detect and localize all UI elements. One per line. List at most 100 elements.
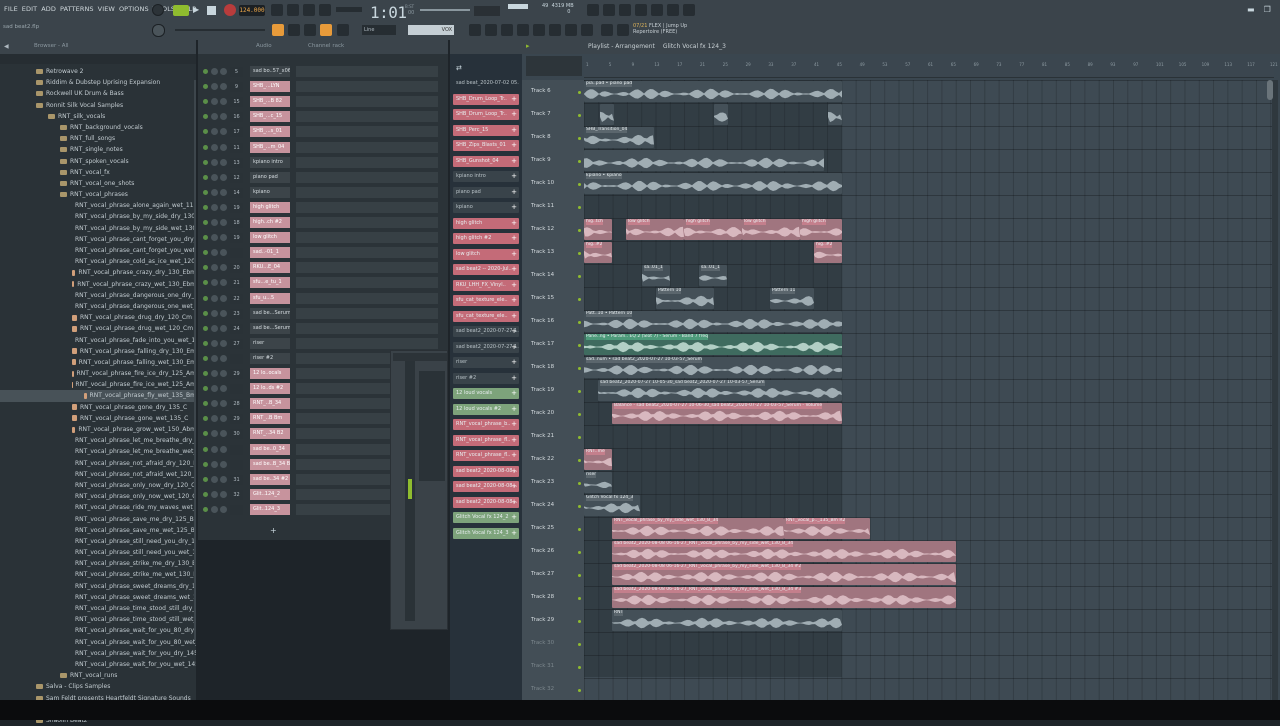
- pattern-item[interactable]: RNT_vocal_phrase_b..+: [453, 419, 519, 430]
- browser-folder[interactable]: RNT_vocal_one_shots: [0, 178, 196, 189]
- channel-name-button[interactable]: riser #2: [250, 353, 290, 364]
- playlist-clip[interactable]: RNT: [612, 610, 842, 631]
- channel-volume-knob[interactable]: [220, 174, 227, 181]
- browser-file[interactable]: RNT_vocal_phrase_wait_for_you_wet_145_F: [0, 659, 196, 670]
- menu-edit[interactable]: EDIT: [22, 5, 37, 15]
- brush-icon[interactable]: [320, 24, 332, 36]
- news-panel[interactable]: 07/21 FLEX | Jump Up Repertoire (FREE): [633, 23, 687, 35]
- pattern-add-icon[interactable]: +: [511, 109, 517, 120]
- pattern-item[interactable]: SHB_Zips_Blasts_01+: [453, 140, 519, 151]
- channel-mixer-track[interactable]: 29: [230, 369, 243, 379]
- pattern-add-icon[interactable]: +: [511, 373, 517, 384]
- channel-step-area[interactable]: [296, 111, 438, 122]
- channel-volume-knob[interactable]: [220, 189, 227, 196]
- pattern-mode-toggle[interactable]: [173, 5, 189, 16]
- record-button[interactable]: [224, 4, 236, 16]
- snap-select[interactable]: Line: [362, 25, 396, 35]
- channel-step-area[interactable]: [296, 262, 438, 273]
- browser-file[interactable]: RNT_vocal_phrase_only_now_dry_120_Cm: [0, 480, 196, 491]
- track-mute-led[interactable]: [578, 160, 581, 163]
- channel-name-button[interactable]: Glit..124_3: [250, 504, 290, 515]
- channel-step-area[interactable]: [296, 277, 438, 288]
- channel-pan-knob[interactable]: [211, 491, 218, 498]
- track-mute-led[interactable]: [578, 206, 581, 209]
- channel-step-area[interactable]: [296, 232, 438, 243]
- menu-arrow-icon[interactable]: ◀: [4, 43, 9, 50]
- channel-pan-knob[interactable]: [211, 400, 218, 407]
- timeline-ruler[interactable]: 1591317212529333741454953576165697377818…: [584, 60, 1274, 78]
- menu-view[interactable]: VIEW: [98, 5, 115, 15]
- channel-mixer-track[interactable]: 16: [230, 112, 243, 122]
- browser-file[interactable]: RNT_vocal_phrase_falling_wet_130_Em: [0, 357, 196, 368]
- channel-pan-knob[interactable]: [211, 174, 218, 181]
- channel-mute-led[interactable]: [203, 341, 208, 346]
- track-mute-led[interactable]: [578, 390, 581, 393]
- menu-options[interactable]: OPTIONS: [119, 5, 149, 15]
- playlist-clip[interactable]: high glitch: [800, 219, 842, 240]
- browser-file[interactable]: RNT_vocal_phrase_by_my_side_wet_130_B_34: [0, 223, 196, 234]
- pattern-item[interactable]: sad beat2_2020-07-27 1..+: [453, 342, 519, 353]
- stop-icon[interactable]: [207, 6, 216, 15]
- pattern-add-icon[interactable]: +: [511, 140, 517, 151]
- playlist-clip[interactable]: Pattern 11: [770, 288, 814, 309]
- master-pitch-slider[interactable]: [420, 9, 470, 11]
- render-icon[interactable]: [651, 4, 663, 16]
- channel-volume-knob[interactable]: [220, 325, 227, 332]
- pattern-item[interactable]: sad beat2_2020-07-27 1..+: [453, 326, 519, 337]
- channel-step-area[interactable]: [296, 81, 438, 92]
- channel-pan-knob[interactable]: [211, 264, 218, 271]
- browser-file[interactable]: RNT_vocal_phrase_sweet_dreams_wet_130_Em: [0, 592, 196, 603]
- channel-mixer-track[interactable]: [230, 248, 243, 258]
- restore-icon[interactable]: ❐: [1264, 5, 1271, 14]
- channel-mute-led[interactable]: [203, 447, 208, 452]
- track-mute-led[interactable]: [578, 298, 581, 301]
- playlist-clip[interactable]: sad beat2_2020-07-27 10-05-30_sad beat2_…: [598, 380, 842, 401]
- channel-name-button[interactable]: piano pad: [250, 172, 290, 183]
- pattern-add-icon[interactable]: +: [511, 435, 517, 446]
- channel-mixer-track[interactable]: 19: [230, 203, 243, 213]
- channel-pan-knob[interactable]: [211, 68, 218, 75]
- channel-volume-knob[interactable]: [220, 385, 227, 392]
- snap-icon[interactable]: ▸: [526, 42, 530, 50]
- channel-volume-knob[interactable]: [220, 83, 227, 90]
- pattern-item[interactable]: RNT_vocal_phrase_fl..+: [453, 435, 519, 446]
- browser-file[interactable]: RNT_vocal_phrase_drug_dry_120_Cm: [0, 312, 196, 323]
- channel-mixer-track[interactable]: 17: [230, 127, 243, 137]
- pattern-item[interactable]: riser #2+: [453, 373, 519, 384]
- track-name[interactable]: Track 27: [531, 571, 554, 577]
- channel-pan-knob[interactable]: [211, 355, 218, 362]
- channel-name-button[interactable]: sad bo..57_x06: [250, 66, 290, 77]
- pattern-add-icon[interactable]: +: [511, 249, 517, 260]
- pattern-add-icon[interactable]: +: [511, 404, 517, 415]
- playlist-clip[interactable]: RNT_vocal_p.._135_Bm R2: [784, 518, 870, 539]
- track-mute-led[interactable]: [578, 528, 581, 531]
- channel-pan-knob[interactable]: [211, 385, 218, 392]
- track-name[interactable]: Track 10: [531, 180, 554, 186]
- browser-file[interactable]: RNT_vocal_phrase_still_need_you_wet_130_…: [0, 547, 196, 558]
- channel-pan-knob[interactable]: [211, 204, 218, 211]
- browser-file[interactable]: RNT_vocal_phrase_wait_for_you_dry_145_F: [0, 648, 196, 659]
- channel-mixer-track[interactable]: 27: [230, 339, 243, 349]
- browser-file[interactable]: RNT_vocal_phrase_falling_dry_130_Em: [0, 346, 196, 357]
- track-mute-led[interactable]: [578, 597, 581, 600]
- channel-name-button[interactable]: RKU...E_04: [250, 262, 290, 273]
- channel-mixer-track[interactable]: 24: [230, 324, 243, 334]
- channel-step-area[interactable]: [296, 202, 438, 213]
- track-name[interactable]: Track 16: [531, 318, 554, 324]
- channel-name-button[interactable]: sad be...Serum: [250, 323, 290, 334]
- channel-volume-knob[interactable]: [220, 113, 227, 120]
- track-name[interactable]: Track 12: [531, 226, 554, 232]
- channel-step-area[interactable]: [296, 247, 438, 258]
- channel-volume-knob[interactable]: [220, 340, 227, 347]
- track-name[interactable]: Track 32: [531, 686, 554, 692]
- channel-mute-led[interactable]: [203, 69, 208, 74]
- channel-step-area[interactable]: [296, 66, 438, 77]
- browser-folder[interactable]: RNT_single_notes: [0, 144, 196, 155]
- channel-name-button[interactable]: SHB_...m_04: [250, 142, 290, 153]
- channel-name-button[interactable]: sfu_u...5: [250, 293, 290, 304]
- playlist-clip[interactable]: riser: [584, 472, 612, 493]
- channel-step-area[interactable]: [296, 126, 438, 137]
- pattern-nav-icon[interactable]: ⇄: [456, 64, 462, 72]
- pattern-item[interactable]: kpiano intro+: [453, 171, 519, 182]
- playlist-clip[interactable]: sad beat2_2020-08-08 06-16-27_RNT_vocal_…: [612, 564, 956, 585]
